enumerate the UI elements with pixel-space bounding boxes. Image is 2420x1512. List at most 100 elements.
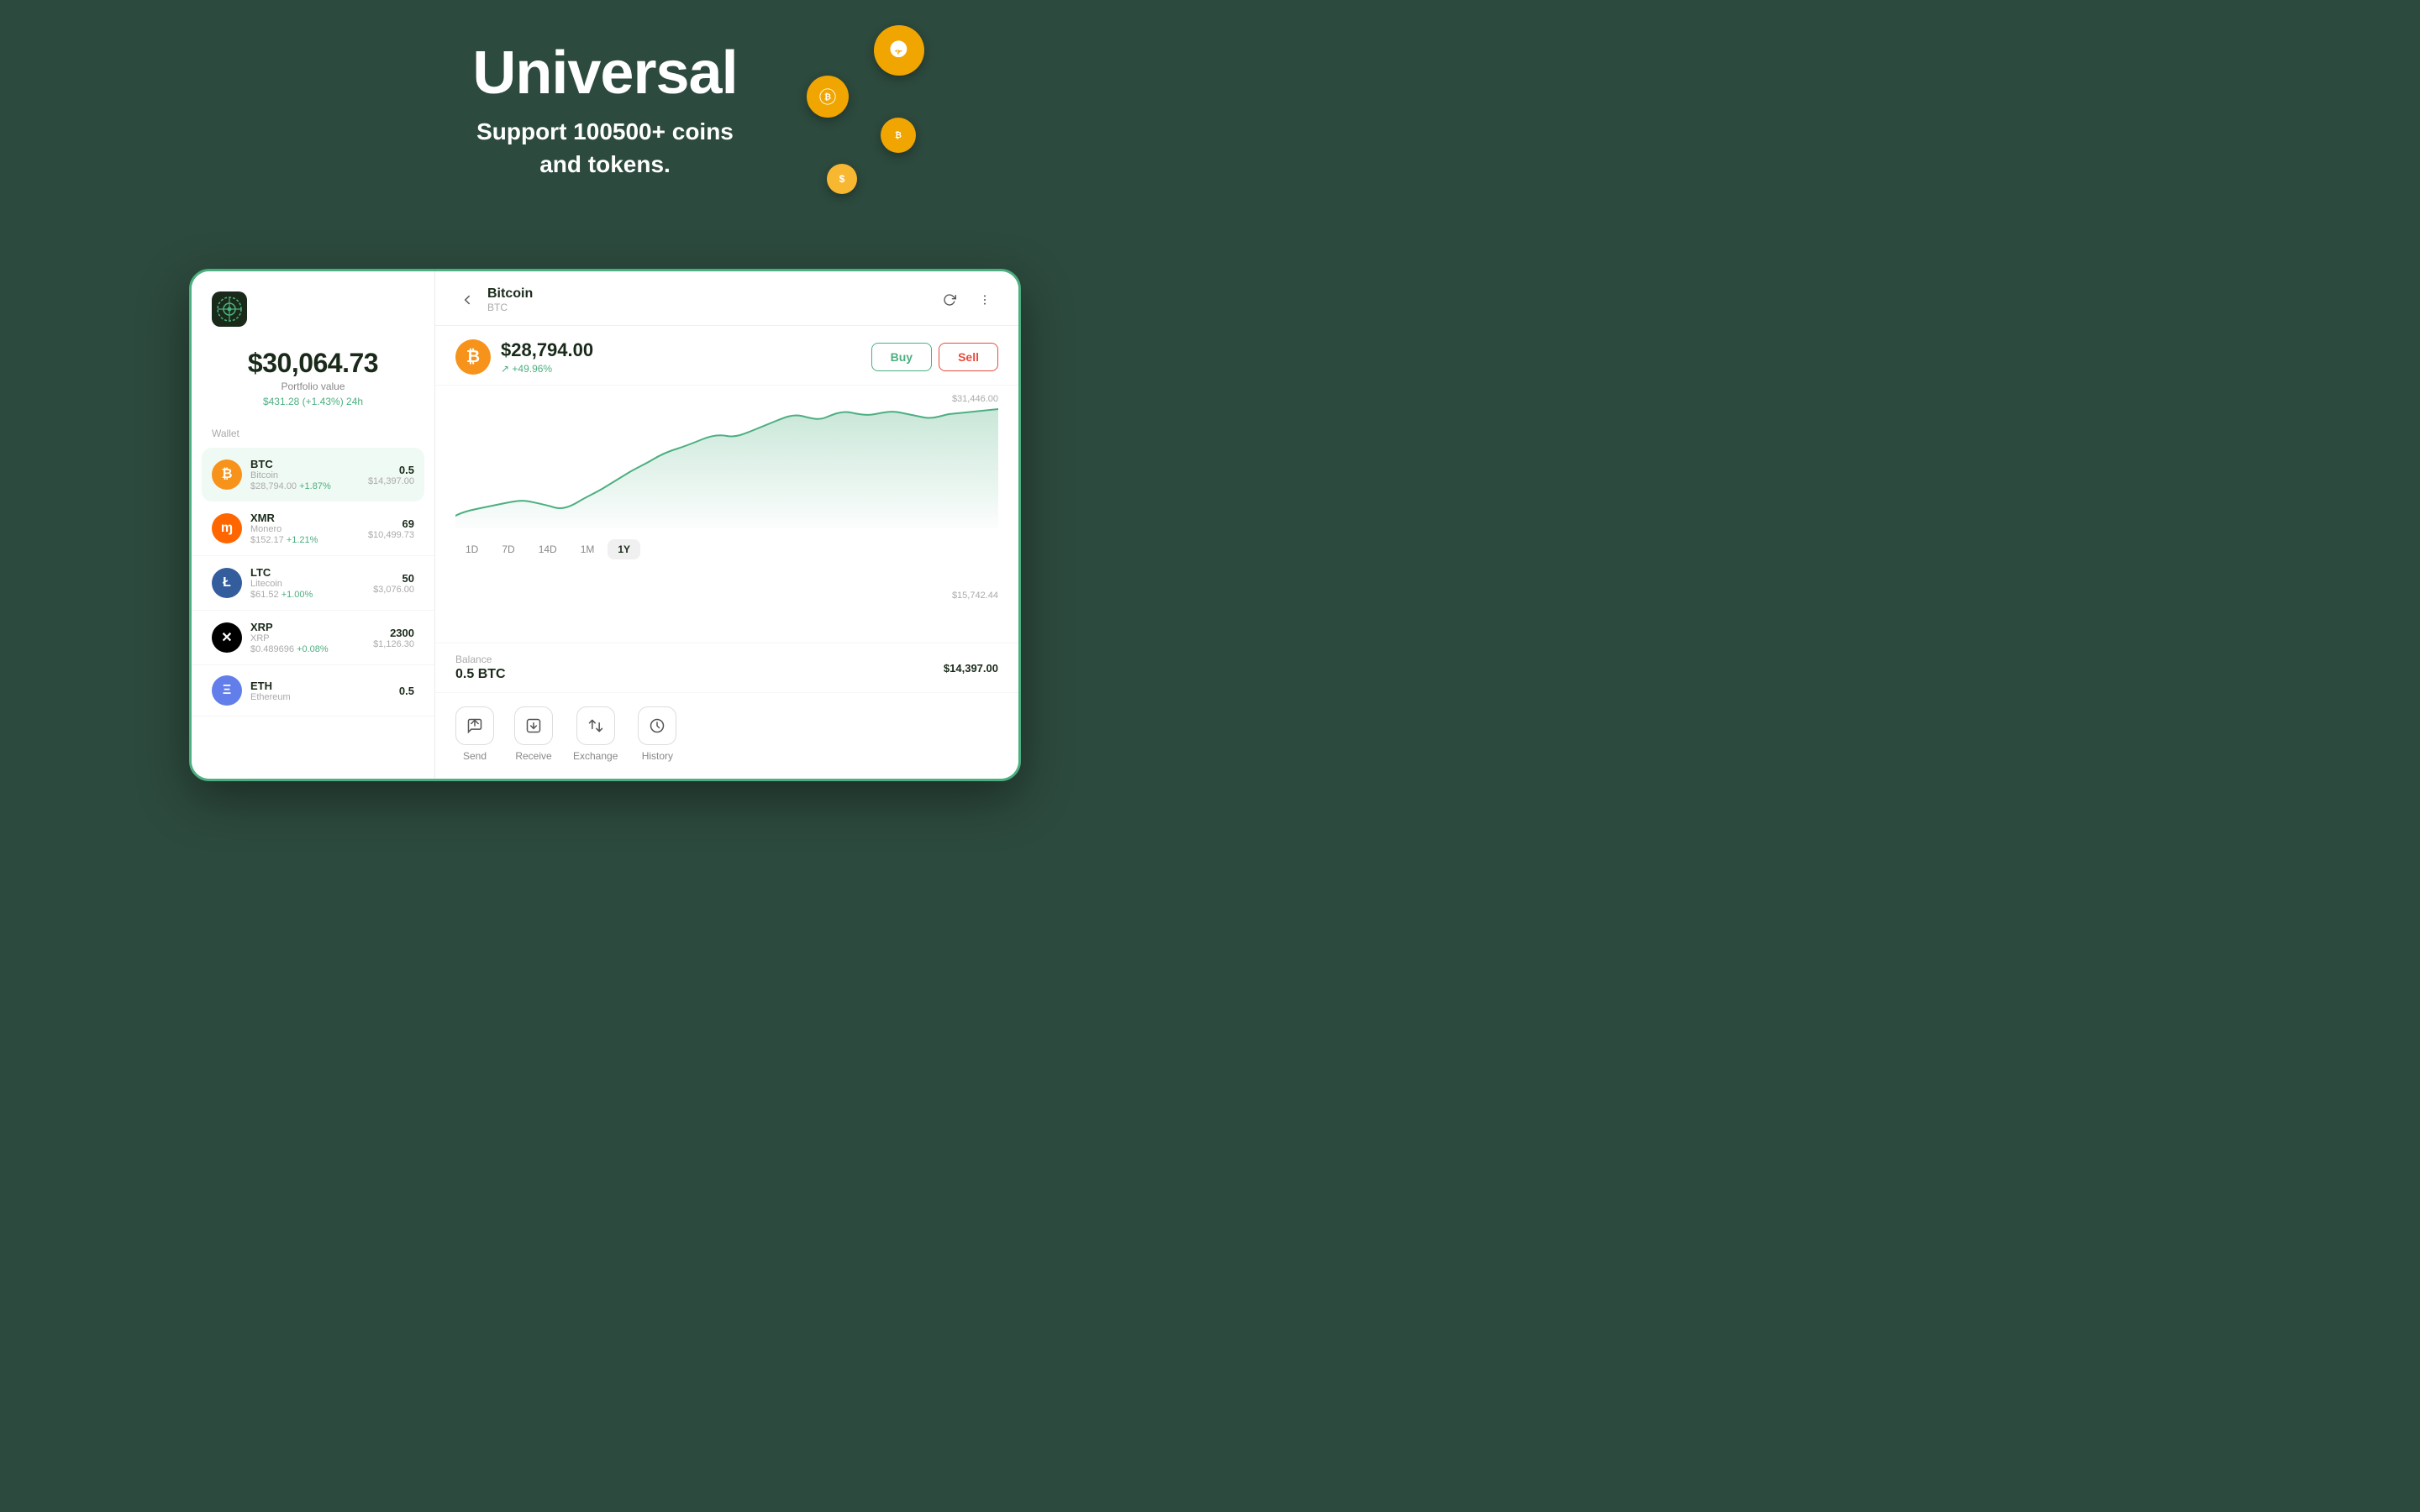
coin-info: BTC Bitcoin $28,794.00 +1.87% [250, 458, 368, 491]
portfolio-label: Portfolio value [212, 381, 414, 392]
sell-button[interactable]: Sell [939, 343, 998, 371]
price-change: ↗ +49.96% [501, 363, 871, 375]
wallet-label: Wallet [192, 428, 434, 448]
balance-row: Balance 0.5 BTC $14,397.00 [435, 643, 1018, 692]
hero-title: Universal [0, 40, 1210, 107]
coin-balance: 50 [373, 572, 414, 585]
coin-symbol: BTC [250, 458, 368, 470]
action-exchange-button[interactable]: Exchange [573, 706, 618, 762]
price-chart [455, 394, 998, 528]
history-icon [638, 706, 676, 745]
app-mockup: $30,064.73 Portfolio value $431.28 (+1.4… [189, 269, 1021, 781]
logo-area [192, 291, 434, 348]
buy-button[interactable]: Buy [871, 343, 932, 371]
coin-amount: 0.5 [399, 685, 414, 697]
coin-list-item[interactable]: ✕ XRP XRP $0.489696 +0.08% 2300 $1,126.3… [192, 611, 434, 665]
coin-header-name: Bitcoin [487, 286, 936, 302]
coin-name: Litecoin [250, 579, 373, 589]
coin-amount: 2300 $1,126.30 [373, 627, 414, 649]
header-actions [936, 286, 998, 313]
coin-name: Monero [250, 524, 368, 534]
receive-icon [514, 706, 553, 745]
coin-amount: 0.5 $14,397.00 [368, 464, 414, 486]
coin-info: LTC Litecoin $61.52 +1.00% [250, 566, 373, 600]
coin-symbol: LTC [250, 566, 373, 579]
action-label: Receive [515, 750, 551, 762]
coin-list-item[interactable]: ₿ BTC Bitcoin $28,794.00 +1.87% 0.5 $14,… [202, 448, 424, 501]
coin-price-line: $28,794.00 +1.87% [250, 481, 368, 491]
coin-price-line: $61.52 +1.00% [250, 590, 373, 600]
coin-icon-eth: Ξ [212, 675, 242, 706]
action-receive-button[interactable]: Receive [514, 706, 553, 762]
hero-subtitle: Support 100500+ coins and tokens. [0, 115, 1210, 181]
coin-amount: 69 $10,499.73 [368, 517, 414, 540]
left-panel: $30,064.73 Portfolio value $431.28 (+1.4… [192, 271, 435, 779]
action-send-button[interactable]: Send [455, 706, 494, 762]
refresh-button[interactable] [936, 286, 963, 313]
coin-info: XMR Monero $152.17 +1.21% [250, 512, 368, 545]
coin-amount: 50 $3,076.00 [373, 572, 414, 595]
coin-price-line: $0.489696 +0.08% [250, 644, 373, 654]
exchange-icon [576, 706, 615, 745]
coin-name: XRP [250, 633, 373, 643]
coin-list-item[interactable]: Ξ ETH Ethereum 0.5 [192, 665, 434, 717]
coin-list-item[interactable]: Ł LTC Litecoin $61.52 +1.00% 50 $3,076.0… [192, 556, 434, 611]
coin-icon-btc: ₿ [212, 459, 242, 490]
coin-name: Ethereum [250, 692, 399, 702]
balance-usd: $14,397.00 [944, 662, 998, 675]
coin-header-info: Bitcoin BTC [487, 286, 936, 313]
action-label: Exchange [573, 750, 618, 762]
coin-balance: 2300 [373, 627, 414, 639]
time-filter-1d[interactable]: 1D [455, 539, 488, 559]
back-button[interactable] [455, 288, 479, 312]
time-filter-1m[interactable]: 1M [571, 539, 605, 559]
balance-info: Balance 0.5 BTC [455, 654, 506, 682]
portfolio-value: $30,064.73 [212, 348, 414, 379]
balance-label: Balance [455, 654, 506, 665]
portfolio-change: $431.28 (+1.43%) 24h [212, 396, 414, 407]
app-logo [212, 291, 247, 327]
coin-usd-value: $10,499.73 [368, 530, 414, 540]
send-icon [455, 706, 494, 745]
coin-symbol: XMR [250, 512, 368, 524]
coin-name: Bitcoin [250, 470, 368, 480]
coin-list: ₿ BTC Bitcoin $28,794.00 +1.87% 0.5 $14,… [192, 448, 434, 717]
right-panel: Bitcoin BTC ₿ $ [435, 271, 1018, 779]
action-history-button[interactable]: History [638, 706, 676, 762]
chart-price-low: $15,742.44 [952, 591, 998, 601]
action-label: Send [463, 750, 487, 762]
coin-info: XRP XRP $0.489696 +0.08% [250, 621, 373, 654]
price-info: $28,794.00 ↗ +49.96% [501, 339, 871, 375]
coin-balance: 0.5 [368, 464, 414, 476]
time-filter-7d[interactable]: 7D [492, 539, 524, 559]
hero-section: Universal Support 100500+ coins and toke… [0, 0, 1210, 181]
more-button[interactable] [971, 286, 998, 313]
coin-usd-value: $3,076.00 [373, 585, 414, 595]
action-buttons: Send Receive Exchange History [435, 692, 1018, 779]
price-section: ₿ $28,794.00 ↗ +49.96% Buy Sell [435, 326, 1018, 386]
balance-amount: 0.5 BTC [455, 667, 506, 682]
btc-large-icon: ₿ [455, 339, 491, 375]
buy-sell-buttons: Buy Sell [871, 343, 998, 371]
coin-usd-value: $1,126.30 [373, 639, 414, 649]
coin-info: ETH Ethereum [250, 680, 399, 702]
action-label: History [642, 750, 673, 762]
coin-balance: 69 [368, 517, 414, 530]
current-price: $28,794.00 [501, 339, 871, 361]
top-bar: Bitcoin BTC [435, 271, 1018, 326]
coin-balance: 0.5 [399, 685, 414, 697]
coin-icon-xrp: ✕ [212, 622, 242, 653]
time-filter-14d[interactable]: 14D [529, 539, 567, 559]
coin-list-item[interactable]: ɱ XMR Monero $152.17 +1.21% 69 $10,499.7… [192, 501, 434, 556]
portfolio-section: $30,064.73 Portfolio value $431.28 (+1.4… [192, 348, 434, 428]
coin-icon-xmr: ɱ [212, 513, 242, 543]
coin-usd-value: $14,397.00 [368, 476, 414, 486]
coin-icon-ltc: Ł [212, 568, 242, 598]
coin-header-sym: BTC [487, 302, 936, 313]
time-filter-1y[interactable]: 1Y [608, 539, 640, 559]
chart-price-high: $31,446.00 [952, 394, 998, 404]
coin-symbol: XRP [250, 621, 373, 633]
coin-symbol: ETH [250, 680, 399, 692]
chart-area: $31,446.00 $15,742.44 1D7D14D1M1Y [435, 386, 1018, 643]
time-filters: 1D7D14D1M1Y [455, 533, 998, 570]
